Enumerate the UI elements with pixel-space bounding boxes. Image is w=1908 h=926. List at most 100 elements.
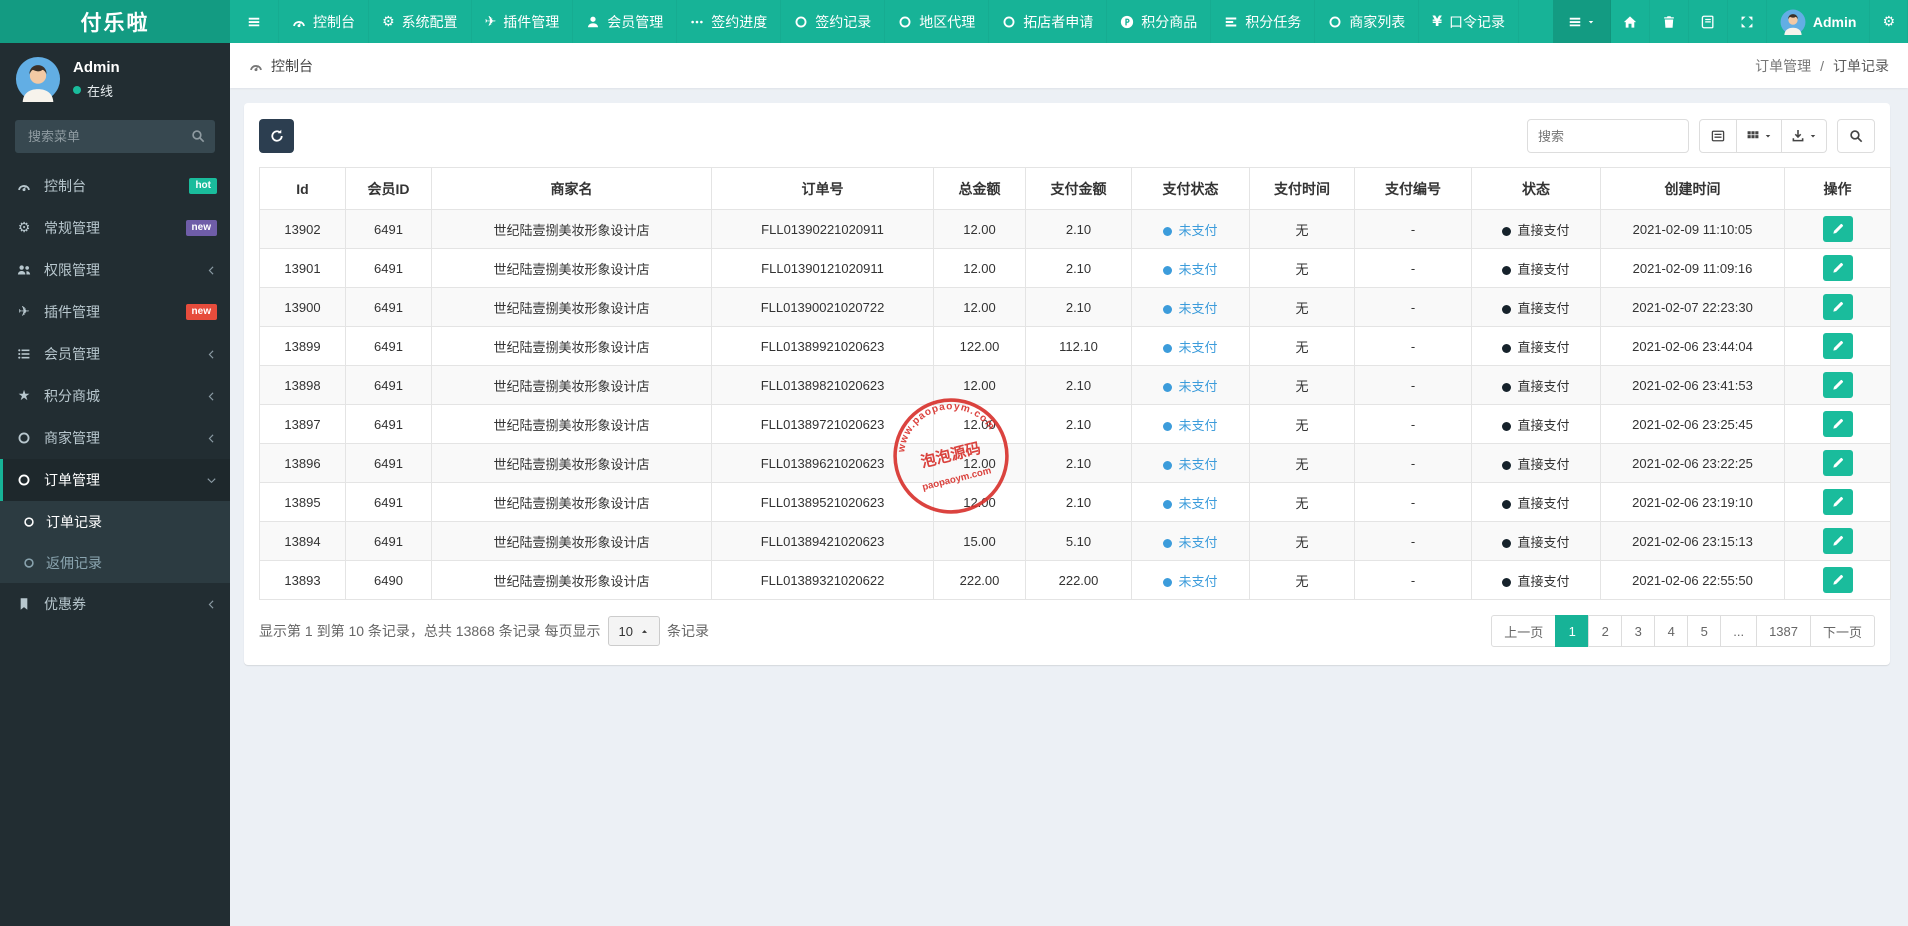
sidebar-item-label: 优惠券 bbox=[44, 596, 86, 612]
pagination-page-4[interactable]: 4 bbox=[1654, 615, 1689, 647]
cell-pay-time: 无 bbox=[1249, 521, 1355, 561]
sidebar-toggle-button[interactable] bbox=[230, 0, 279, 43]
status-dot-icon bbox=[1163, 460, 1173, 470]
nav-item-6[interactable]: 地区代理 bbox=[885, 0, 990, 43]
column-header: 订单号 bbox=[711, 167, 934, 210]
log-button[interactable] bbox=[1689, 0, 1728, 43]
brand-logo[interactable]: 付乐啦 bbox=[0, 0, 230, 43]
page-size-dropdown[interactable]: 10 bbox=[607, 616, 660, 646]
menu-dropdown-button[interactable] bbox=[1552, 0, 1611, 43]
edit-row-button[interactable] bbox=[1822, 528, 1853, 554]
user-menu[interactable]: Admin bbox=[1767, 0, 1871, 43]
cell-status: 直接支付 bbox=[1471, 209, 1601, 249]
nav-item-label: 控制台 bbox=[313, 13, 355, 30]
cell-pay-status: 未支付 bbox=[1131, 209, 1250, 249]
cell-merchant: 世纪陆壹捌美妆形象设计店 bbox=[431, 209, 712, 249]
pagination-page-5[interactable]: 5 bbox=[1687, 615, 1722, 647]
columns-button[interactable] bbox=[1737, 119, 1782, 153]
trash-button[interactable] bbox=[1650, 0, 1689, 43]
sidebar-subitem-order-records[interactable]: 订单记录 bbox=[0, 501, 230, 542]
status-dot-icon bbox=[1502, 382, 1512, 392]
nav-item-7[interactable]: 拓店者申请 bbox=[989, 0, 1108, 43]
home-button[interactable] bbox=[1611, 0, 1650, 43]
edit-row-button[interactable] bbox=[1822, 372, 1853, 398]
nav-item-label: 地区代理 bbox=[919, 13, 976, 30]
pagination-page-1387[interactable]: 1387 bbox=[1756, 615, 1811, 647]
sidebar-item-members[interactable]: 会员管理 bbox=[0, 333, 230, 375]
cell-pay-status: 未支付 bbox=[1131, 326, 1250, 366]
export-icon bbox=[1791, 129, 1805, 143]
table-footer: 显示第 1 到第 10 条记录，总共 13868 条记录 每页显示 10 条记录… bbox=[259, 615, 1875, 647]
edit-row-button[interactable] bbox=[1822, 567, 1853, 593]
sidebar-item-plugins[interactable]: ✈ 插件管理 new bbox=[0, 291, 230, 333]
sidebar-item-label: 积分商城 bbox=[44, 388, 100, 404]
fullscreen-icon bbox=[1740, 15, 1754, 29]
sidebar-menu: 控制台 hot ⚙ 常规管理 new 权限管理 ✈ 插件管理 new 会员管理 ★ 积分商城 商家管理订… bbox=[0, 165, 230, 625]
cell-merchant: 世纪陆壹捌美妆形象设计店 bbox=[431, 482, 712, 522]
chevron-left-icon bbox=[206, 391, 217, 402]
export-button[interactable] bbox=[1782, 119, 1827, 153]
table-search-input[interactable] bbox=[1527, 119, 1689, 153]
edit-row-button[interactable] bbox=[1822, 294, 1853, 320]
nav-item-3[interactable]: 会员管理 bbox=[573, 0, 678, 43]
sidebar-item-general[interactable]: ⚙ 常规管理 new bbox=[0, 207, 230, 249]
user-icon bbox=[586, 15, 600, 29]
nav-item-2[interactable]: ✈ 插件管理 bbox=[472, 0, 574, 43]
sidebar-item-orders[interactable]: 订单管理 bbox=[0, 459, 230, 501]
breadcrumb-parent[interactable]: 订单管理 bbox=[1755, 56, 1811, 76]
pagination-page-1[interactable]: 1 bbox=[1555, 615, 1590, 647]
pay-status-label: 未支付 bbox=[1178, 222, 1218, 238]
nav-item-1[interactable]: ⚙ 系统配置 bbox=[369, 0, 472, 43]
nav-item-0[interactable]: 控制台 bbox=[279, 0, 369, 43]
hamburger-icon bbox=[247, 15, 261, 29]
refresh-button[interactable] bbox=[259, 119, 294, 153]
cell-id: 13894 bbox=[259, 521, 346, 561]
edit-row-button[interactable] bbox=[1822, 255, 1853, 281]
columns-icon bbox=[1746, 129, 1760, 143]
pagination-page-2[interactable]: 2 bbox=[1588, 615, 1623, 647]
user-status[interactable]: 在线 bbox=[73, 81, 120, 100]
cell-created: 2021-02-09 11:10:05 bbox=[1600, 209, 1785, 249]
cell-id: 13895 bbox=[259, 482, 346, 522]
pagination-next-button[interactable]: 下一页 bbox=[1809, 615, 1875, 647]
column-header: 商家名 bbox=[431, 167, 712, 210]
cell-pay-no: - bbox=[1354, 521, 1472, 561]
nav-item-9[interactable]: 积分任务 bbox=[1211, 0, 1316, 43]
cell-pay-status: 未支付 bbox=[1131, 287, 1250, 327]
edit-row-button[interactable] bbox=[1822, 333, 1853, 359]
edit-row-button[interactable] bbox=[1822, 489, 1853, 515]
nav-item-11[interactable]: ¥ 口令记录 bbox=[1419, 0, 1520, 43]
pagination-toggle-button[interactable] bbox=[1699, 119, 1737, 153]
fullscreen-button[interactable] bbox=[1728, 0, 1767, 43]
sidebar-item-coupons[interactable]: 优惠券 bbox=[0, 583, 230, 625]
sidebar-item-permissions[interactable]: 权限管理 bbox=[0, 249, 230, 291]
pagination-prev-button[interactable]: 上一页 bbox=[1491, 615, 1557, 647]
cell-member-id: 6491 bbox=[345, 248, 432, 288]
nav-item-4[interactable]: 签约进度 bbox=[677, 0, 782, 43]
sidebar-item-merchants[interactable]: 商家管理 bbox=[0, 417, 230, 459]
sidebar-item-points-mall[interactable]: ★ 积分商城 bbox=[0, 375, 230, 417]
sidebar-item-dashboard[interactable]: 控制台 hot bbox=[0, 165, 230, 207]
column-header: 总金额 bbox=[933, 167, 1026, 210]
settings-button[interactable]: ⚙ bbox=[1870, 0, 1908, 43]
edit-row-button[interactable] bbox=[1822, 216, 1853, 242]
nav-item-8[interactable]: 积分商品 bbox=[1107, 0, 1212, 43]
nav-item-5[interactable]: 签约记录 bbox=[781, 0, 886, 43]
caret-down-icon bbox=[1587, 18, 1595, 26]
table-toolbar bbox=[259, 119, 1875, 153]
pagination-page-3[interactable]: 3 bbox=[1621, 615, 1656, 647]
navbar-right: Admin ⚙ bbox=[1552, 0, 1908, 43]
edit-row-button[interactable] bbox=[1822, 450, 1853, 476]
cell-total: 222.00 bbox=[933, 560, 1026, 600]
sidebar-search-input[interactable] bbox=[15, 120, 215, 153]
nav-item-10[interactable]: 商家列表 bbox=[1315, 0, 1420, 43]
bookmark-icon bbox=[15, 597, 33, 611]
cell-id: 13901 bbox=[259, 248, 346, 288]
search-button[interactable] bbox=[1837, 119, 1875, 153]
search-icon[interactable] bbox=[191, 129, 205, 143]
edit-row-button[interactable] bbox=[1822, 411, 1853, 437]
status-dot-icon bbox=[1163, 538, 1173, 548]
sidebar-subitem-rebate-records[interactable]: 返佣记录 bbox=[0, 542, 230, 583]
column-header: 支付编号 bbox=[1354, 167, 1472, 210]
cell-id: 13896 bbox=[259, 443, 346, 483]
